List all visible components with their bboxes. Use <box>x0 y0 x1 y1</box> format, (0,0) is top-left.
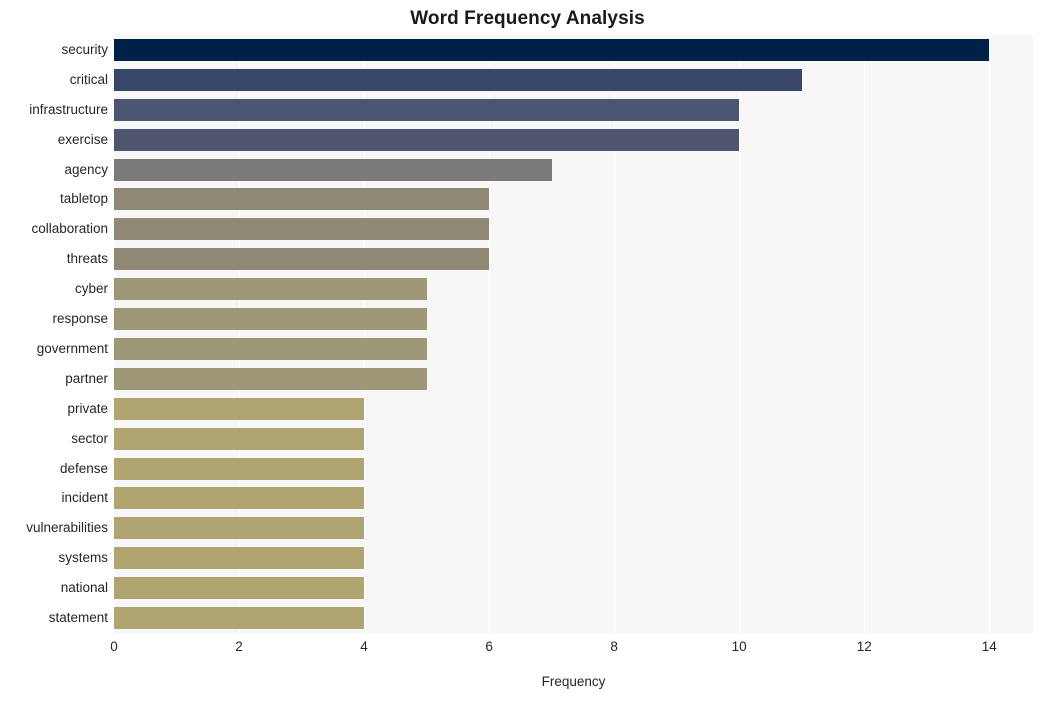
x-tick-label-12: 12 <box>856 639 872 654</box>
y-tick-label-security: security <box>61 41 108 57</box>
bar-tabletop <box>114 188 490 211</box>
y-tick-label-systems: systems <box>58 550 108 566</box>
y-axis-tick-labels: security critical infrastructure exercise ag… <box>0 35 108 633</box>
y-tick-label-infrastructure: infrastructure <box>29 101 108 117</box>
y-tick-label-collaboration: collaboration <box>31 221 108 237</box>
y-tick-label-sector: sector <box>71 430 108 446</box>
y-tick-label-partner: partner <box>65 370 108 386</box>
y-tick-label-statement: statement <box>48 610 108 626</box>
y-tick-label-cyber: cyber <box>74 281 108 297</box>
bar-incident <box>114 487 365 510</box>
bar-collaboration <box>114 218 490 241</box>
bar-government <box>114 337 427 360</box>
y-tick-label-agency: agency <box>64 161 108 177</box>
bar-critical <box>114 68 802 91</box>
y-tick-label-private: private <box>67 400 108 416</box>
y-tick-label-threats: threats <box>66 251 108 267</box>
gridline-x-4 <box>364 35 366 633</box>
bar-partner <box>114 367 427 390</box>
bar-security <box>114 38 990 61</box>
bar-exercise <box>114 128 740 151</box>
x-tick-label-10: 10 <box>731 639 747 654</box>
gridline-x-6 <box>489 35 491 633</box>
y-tick-label-response: response <box>52 311 108 327</box>
bar-national <box>114 577 365 600</box>
bar-response <box>114 308 427 331</box>
bar-sector <box>114 427 365 450</box>
bar-private <box>114 397 365 420</box>
gridline-x-14 <box>989 35 991 633</box>
bar-infrastructure <box>114 98 740 121</box>
chart-figure: Word Frequency Analysis security critical… <box>0 0 1055 701</box>
y-tick-label-national: national <box>60 580 108 596</box>
x-tick-label-8: 8 <box>610 639 618 654</box>
y-tick-label-critical: critical <box>69 71 108 87</box>
y-tick-label-government: government <box>36 340 108 356</box>
bar-threats <box>114 248 490 271</box>
gridline-x-0 <box>114 35 115 633</box>
gridline-x-8 <box>614 35 616 633</box>
x-axis-label: Frequency <box>541 674 606 689</box>
y-tick-label-tabletop: tabletop <box>59 191 108 207</box>
bar-cyber <box>114 278 427 301</box>
x-tick-label-4: 4 <box>360 639 368 654</box>
x-tick-label-14: 14 <box>981 639 997 654</box>
x-tick-label-2: 2 <box>235 639 243 654</box>
page-title: Word Frequency Analysis <box>410 8 645 29</box>
bar-vulnerabilities <box>114 517 365 540</box>
y-tick-label-vulnerabilities: vulnerabilities <box>26 520 108 536</box>
x-tick-label-6: 6 <box>485 639 493 654</box>
bar-defense <box>114 457 365 480</box>
gridline-x-12 <box>864 35 866 633</box>
y-tick-label-exercise: exercise <box>57 131 108 147</box>
bar-agency <box>114 158 552 181</box>
plot-area <box>114 35 1033 633</box>
gridline-x-10 <box>739 35 741 633</box>
y-tick-label-incident: incident <box>61 490 108 506</box>
gridline-x-2 <box>239 35 241 633</box>
bar-statement <box>114 607 365 630</box>
x-axis-tick-labels: 0 2 4 6 8 10 12 14 <box>0 637 1055 661</box>
y-tick-label-defense: defense <box>59 460 108 476</box>
bar-systems <box>114 547 365 570</box>
x-tick-label-0: 0 <box>110 639 118 654</box>
